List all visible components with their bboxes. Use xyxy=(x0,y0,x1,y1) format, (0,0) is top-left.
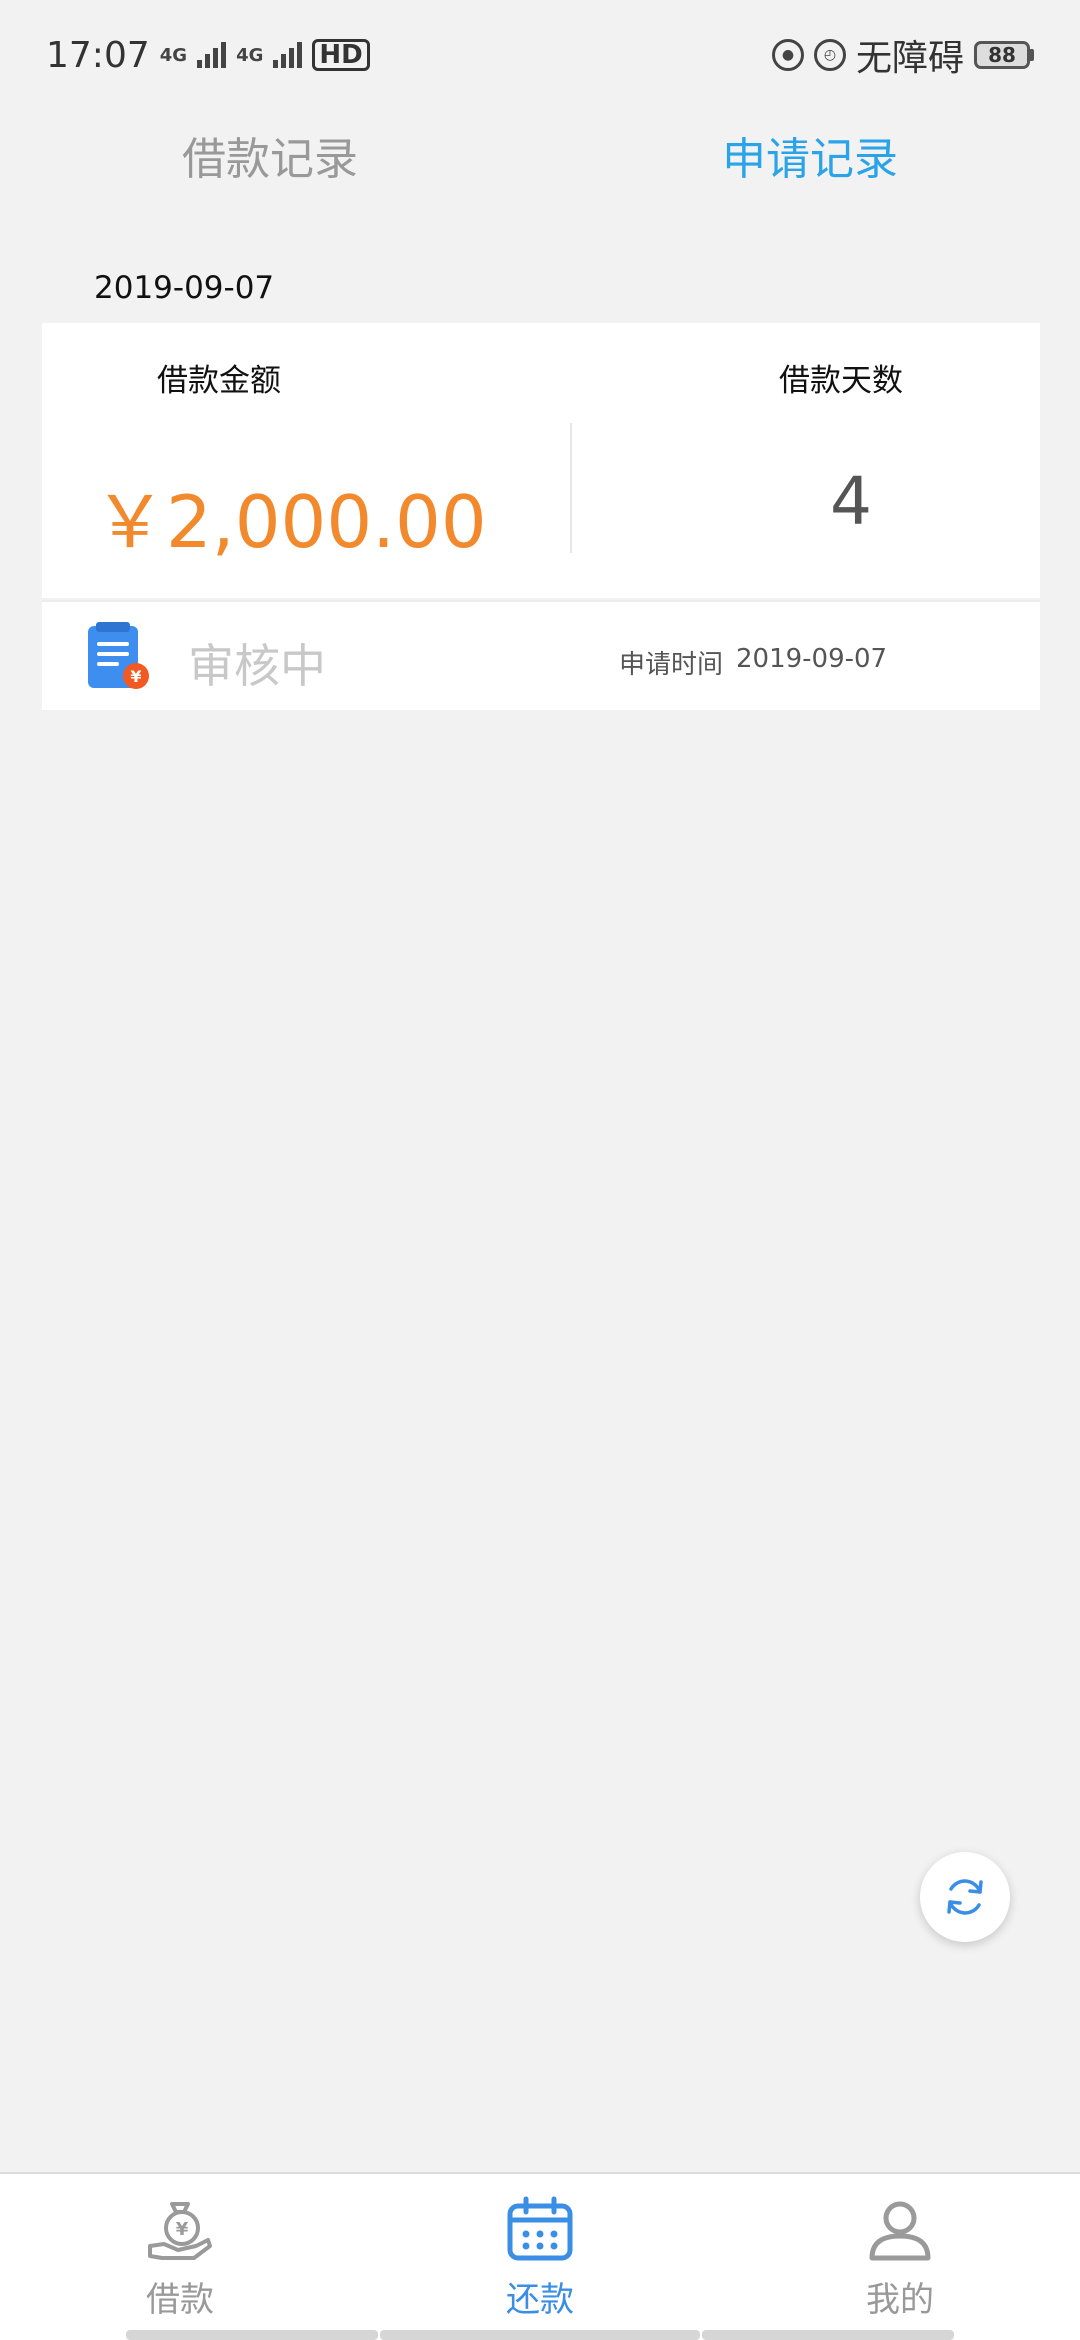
amount-label: 借款金额 xyxy=(157,363,281,399)
nav-label-repay: 还款 xyxy=(506,2280,574,2320)
svg-text:¥: ¥ xyxy=(130,667,141,686)
home-indicator xyxy=(126,2330,378,2340)
loan-record-card[interactable]: 借款金额 借款天数 ￥2,000.00 4 xyxy=(42,323,1040,598)
nav-label-mine: 我的 xyxy=(866,2280,934,2320)
status-left: 17:07 4G 4G HD xyxy=(46,35,370,76)
battery-level: 88 xyxy=(974,41,1030,69)
nav-item-repay[interactable]: 还款 xyxy=(360,2174,720,2340)
loan-days: 4 xyxy=(830,463,872,540)
apply-time-value: 2019-09-07 xyxy=(736,644,888,674)
calendar-icon xyxy=(507,2196,573,2261)
network-type-1: 4G xyxy=(159,44,188,66)
record-tabs: 借款记录 申请记录 xyxy=(0,110,1080,200)
signal-icon xyxy=(273,42,303,68)
clock: 17:07 xyxy=(46,34,150,76)
svg-text:¥: ¥ xyxy=(176,2219,189,2240)
refresh-button[interactable] xyxy=(920,1852,1010,1942)
hd-voice-icon: HD xyxy=(312,39,370,71)
network-type-2: 4G xyxy=(236,44,264,66)
apply-time-label: 申请时间 xyxy=(619,650,724,680)
tab-application-records[interactable]: 申请记录 xyxy=(540,110,1080,200)
status-text: 审核中 xyxy=(188,639,326,693)
refresh-icon xyxy=(947,1879,983,1915)
accessibility-label: 无障碍 xyxy=(855,38,964,79)
signal-icon xyxy=(197,42,227,68)
alarm-icon: ◴ xyxy=(813,39,846,71)
bottom-navigation: ¥ 借款 还款 我的 xyxy=(0,2172,1080,2340)
loan-bag-icon: ¥ xyxy=(148,2202,212,2260)
nav-label-loan: 借款 xyxy=(146,2280,214,2320)
battery-icon: 88 xyxy=(974,41,1034,69)
rotation-lock-icon: ● xyxy=(771,39,804,71)
days-label: 借款天数 xyxy=(779,363,903,399)
home-indicator xyxy=(380,2330,700,2340)
nav-item-loan[interactable]: ¥ 借款 xyxy=(0,2174,360,2340)
application-status-row: ¥ 审核中 申请时间 2019-09-07 xyxy=(42,600,1040,710)
user-icon xyxy=(869,2201,931,2261)
divider xyxy=(570,423,572,553)
tab-loan-records[interactable]: 借款记录 xyxy=(0,110,540,200)
document-yuan-icon: ¥ xyxy=(88,622,149,689)
loan-amount: ￥2,000.00 xyxy=(94,480,487,564)
home-indicator xyxy=(702,2330,954,2340)
nav-item-mine[interactable]: 我的 xyxy=(720,2174,1080,2340)
record-date: 2019-09-07 xyxy=(94,270,275,306)
status-bar: 17:07 4G 4G HD ● ◴ 无障碍 88 xyxy=(0,0,1080,110)
status-right: ● ◴ 无障碍 88 xyxy=(771,29,1034,81)
